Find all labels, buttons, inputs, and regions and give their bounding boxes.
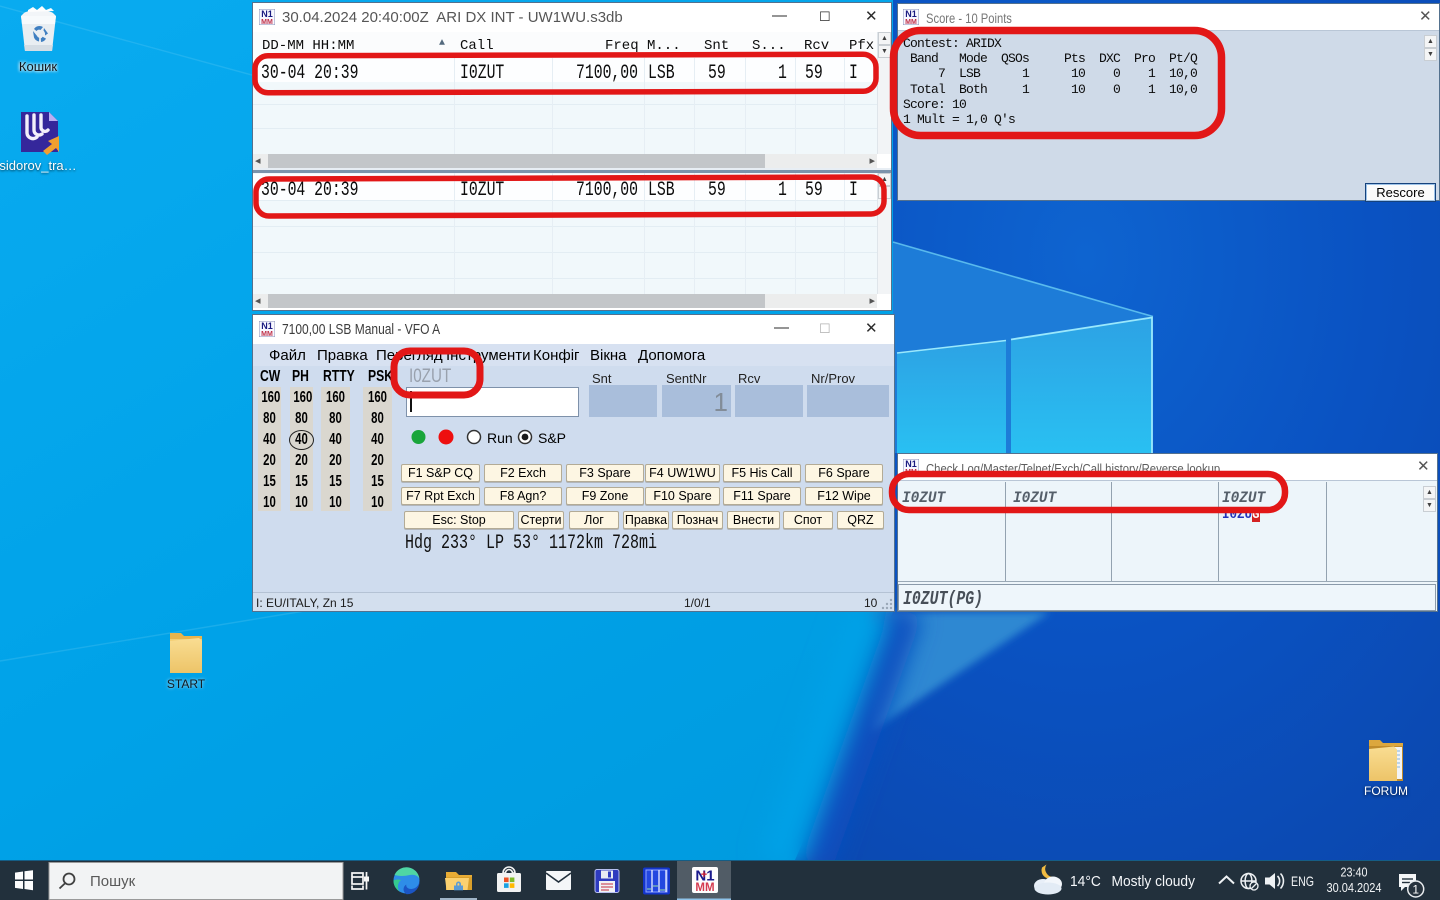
svg-text:ENG: ENG	[1291, 873, 1314, 889]
svg-text:N1: N1	[905, 9, 917, 19]
svg-text:MM: MM	[905, 19, 917, 25]
svg-text:MM: MM	[695, 882, 714, 894]
svg-text:N1: N1	[261, 321, 273, 331]
svg-text:14°C Mostly cloudy: 14°C Mostly cloudy	[1070, 873, 1195, 890]
svg-text:N1: N1	[905, 459, 917, 469]
svg-text:FORUM: FORUM	[1364, 784, 1408, 798]
svg-text:MM: MM	[261, 331, 273, 337]
svg-text:N1: N1	[261, 9, 273, 19]
svg-text:MM: MM	[261, 19, 273, 25]
svg-text:sidorov_tra…: sidorov_tra…	[0, 158, 77, 173]
svg-text:+: +	[701, 869, 707, 881]
svg-text:START: START	[167, 677, 206, 691]
svg-text:MM: MM	[905, 469, 917, 475]
svg-text:Пошук: Пошук	[90, 873, 136, 890]
svg-text:Кошик: Кошик	[19, 59, 57, 74]
svg-text:30.04.2024: 30.04.2024	[1327, 881, 1382, 895]
svg-text:23:40: 23:40	[1341, 866, 1368, 880]
svg-text:1: 1	[1412, 882, 1419, 896]
